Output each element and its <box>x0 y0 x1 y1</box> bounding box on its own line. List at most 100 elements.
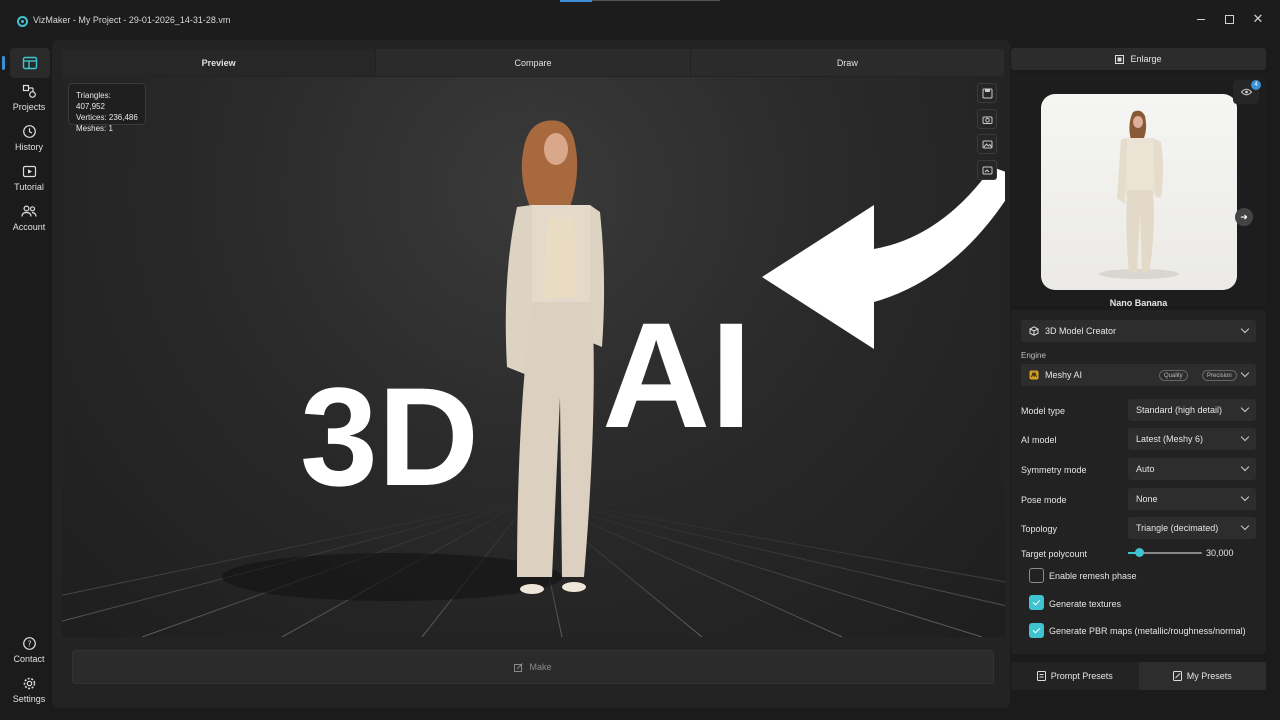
stat-triangles: Triangles: 407,952 <box>76 91 111 111</box>
nav-label: Account <box>12 222 46 232</box>
minimize-button[interactable] <box>1190 10 1212 28</box>
overlay-ai-text: AI <box>602 291 752 459</box>
edit-document-icon <box>1172 671 1182 681</box>
picture-icon <box>982 166 992 174</box>
settings-panel: 3D Model Creator Engine Meshy AI Quality… <box>1011 310 1266 654</box>
reference-image[interactable] <box>1041 94 1237 290</box>
enlarge-icon <box>1115 54 1125 64</box>
save-icon <box>982 88 992 98</box>
floor-grid: 3D AI <box>62 120 1005 637</box>
save-button[interactable] <box>977 83 997 103</box>
nav-label: Contact <box>13 654 45 664</box>
symmetry-label: Symmetry mode <box>1021 465 1087 475</box>
reference-preview: 4 ➜ Nano Banana <box>1011 74 1266 306</box>
mode-select[interactable]: 3D Model Creator <box>1021 320 1256 342</box>
view-tabs: Preview Compare Draw <box>62 49 1005 76</box>
preview-caption: Nano Banana <box>1109 298 1168 306</box>
stat-meshes: Meshes: 1 <box>76 124 113 133</box>
topology-label: Topology <box>1021 524 1058 534</box>
tab-draw[interactable]: Draw <box>690 49 1005 76</box>
environment-button[interactable] <box>977 160 997 180</box>
preset-tabs: Prompt Presets My Presets <box>1011 662 1266 690</box>
nav-item-tutorial[interactable]: Tutorial <box>0 164 58 192</box>
layout-icon <box>22 56 38 70</box>
pbr-checkbox[interactable] <box>1029 623 1044 638</box>
curved-arrow <box>762 167 1005 349</box>
left-nav: Projects History Tutorial Account ? Cont… <box>0 40 58 720</box>
polycount-value: 30,000 <box>1206 548 1234 558</box>
title-divider <box>592 0 720 1</box>
chevron-down-icon <box>1240 462 1250 472</box>
make-button[interactable]: Make <box>72 650 994 684</box>
nav-item-account[interactable]: Account <box>0 204 58 232</box>
remesh-label: Enable remesh phase <box>1049 571 1137 581</box>
video-icon <box>22 165 36 178</box>
polycount-slider-thumb[interactable] <box>1134 548 1144 557</box>
model-type-label: Model type <box>1021 406 1066 416</box>
topology-select[interactable]: Triangle (decimated) <box>1128 517 1256 539</box>
tab-compare[interactable]: Compare <box>376 49 691 76</box>
close-button[interactable]: ✕ <box>1247 10 1269 28</box>
meshy-logo-icon <box>1029 370 1039 380</box>
ai-model-label: AI model <box>1021 435 1057 445</box>
chevron-down-icon <box>1240 492 1250 502</box>
background-button[interactable] <box>977 134 997 154</box>
tab-prompt-presets[interactable]: Prompt Presets <box>1011 662 1139 690</box>
image-icon <box>982 140 992 148</box>
symmetry-select[interactable]: Auto <box>1128 458 1256 480</box>
arrow-right-icon: ➜ <box>1240 211 1248 222</box>
textures-label: Generate textures <box>1049 599 1122 609</box>
chevron-down-icon <box>1240 432 1250 442</box>
mesh-stats: Triangles: 407,952 Vertices: 236,486 Mes… <box>68 83 146 133</box>
nav-label: Tutorial <box>14 182 44 192</box>
pose-value: None <box>1136 494 1158 504</box>
prompt-presets-label: Prompt Presets <box>1050 671 1113 681</box>
nav-item-contact[interactable]: ? Contact <box>0 636 58 664</box>
history-icon <box>22 125 36 138</box>
nav-item-history[interactable]: History <box>0 124 58 152</box>
enlarge-button[interactable]: Enlarge <box>1011 48 1266 70</box>
make-area: Make <box>62 640 1005 704</box>
make-icon <box>514 662 524 672</box>
engine-value: Meshy AI <box>1045 370 1083 380</box>
nav-label: Settings <box>12 694 46 704</box>
enlarge-label: Enlarge <box>1130 54 1162 64</box>
projects-icon <box>22 84 36 98</box>
ai-model-select[interactable]: Latest (Meshy 6) <box>1128 428 1256 450</box>
window-title: VizMaker - My Project - 29-01-2026_14-31… <box>33 15 231 25</box>
help-icon: ? <box>22 637 36 650</box>
tab-my-presets[interactable]: My Presets <box>1138 662 1266 690</box>
textures-checkbox[interactable] <box>1029 595 1044 610</box>
title-accent <box>560 0 592 2</box>
eye-icon <box>1240 88 1252 96</box>
gear-icon <box>23 677 35 690</box>
pbr-label: Generate PBR maps (metallic/roughness/no… <box>1049 626 1246 636</box>
make-label: Make <box>529 662 552 672</box>
right-panel: Enlarge 4 ➜ Nano Banana 3D Model Creator <box>1011 48 1266 710</box>
3d-viewport[interactable]: 3D AI Triangles: 407,952 Vertices: 236,4… <box>62 77 1005 637</box>
pose-select[interactable]: None <box>1128 488 1256 510</box>
nav-home[interactable] <box>2 48 50 78</box>
chevron-down-icon <box>1240 403 1250 413</box>
nav-label: Projects <box>12 102 46 112</box>
svg-text:?: ? <box>27 640 31 649</box>
symmetry-value: Auto <box>1136 464 1155 474</box>
tab-preview[interactable]: Preview <box>62 49 377 76</box>
cube-icon <box>1029 326 1039 336</box>
engine-label: Engine <box>1021 351 1046 360</box>
remesh-checkbox[interactable] <box>1029 568 1044 583</box>
reference-figure <box>1099 110 1179 279</box>
maximize-button[interactable] <box>1218 10 1240 28</box>
nav-item-settings[interactable]: Settings <box>0 676 58 704</box>
overlay-3d-text: 3D <box>300 358 479 515</box>
model-type-select[interactable]: Standard (high detail) <box>1128 399 1256 421</box>
ai-model-value: Latest (Meshy 6) <box>1136 434 1204 444</box>
stat-vertices: Vertices: 236,486 <box>76 113 138 122</box>
document-icon <box>1036 671 1046 681</box>
next-image-button[interactable]: ➜ <box>1235 208 1253 226</box>
mode-value: 3D Model Creator <box>1045 326 1117 336</box>
engine-select[interactable]: Meshy AI Quality Precision <box>1021 364 1256 386</box>
screenshot-button[interactable] <box>977 109 997 129</box>
nav-item-projects[interactable]: Projects <box>0 84 58 112</box>
chevron-down-icon <box>1240 324 1250 334</box>
